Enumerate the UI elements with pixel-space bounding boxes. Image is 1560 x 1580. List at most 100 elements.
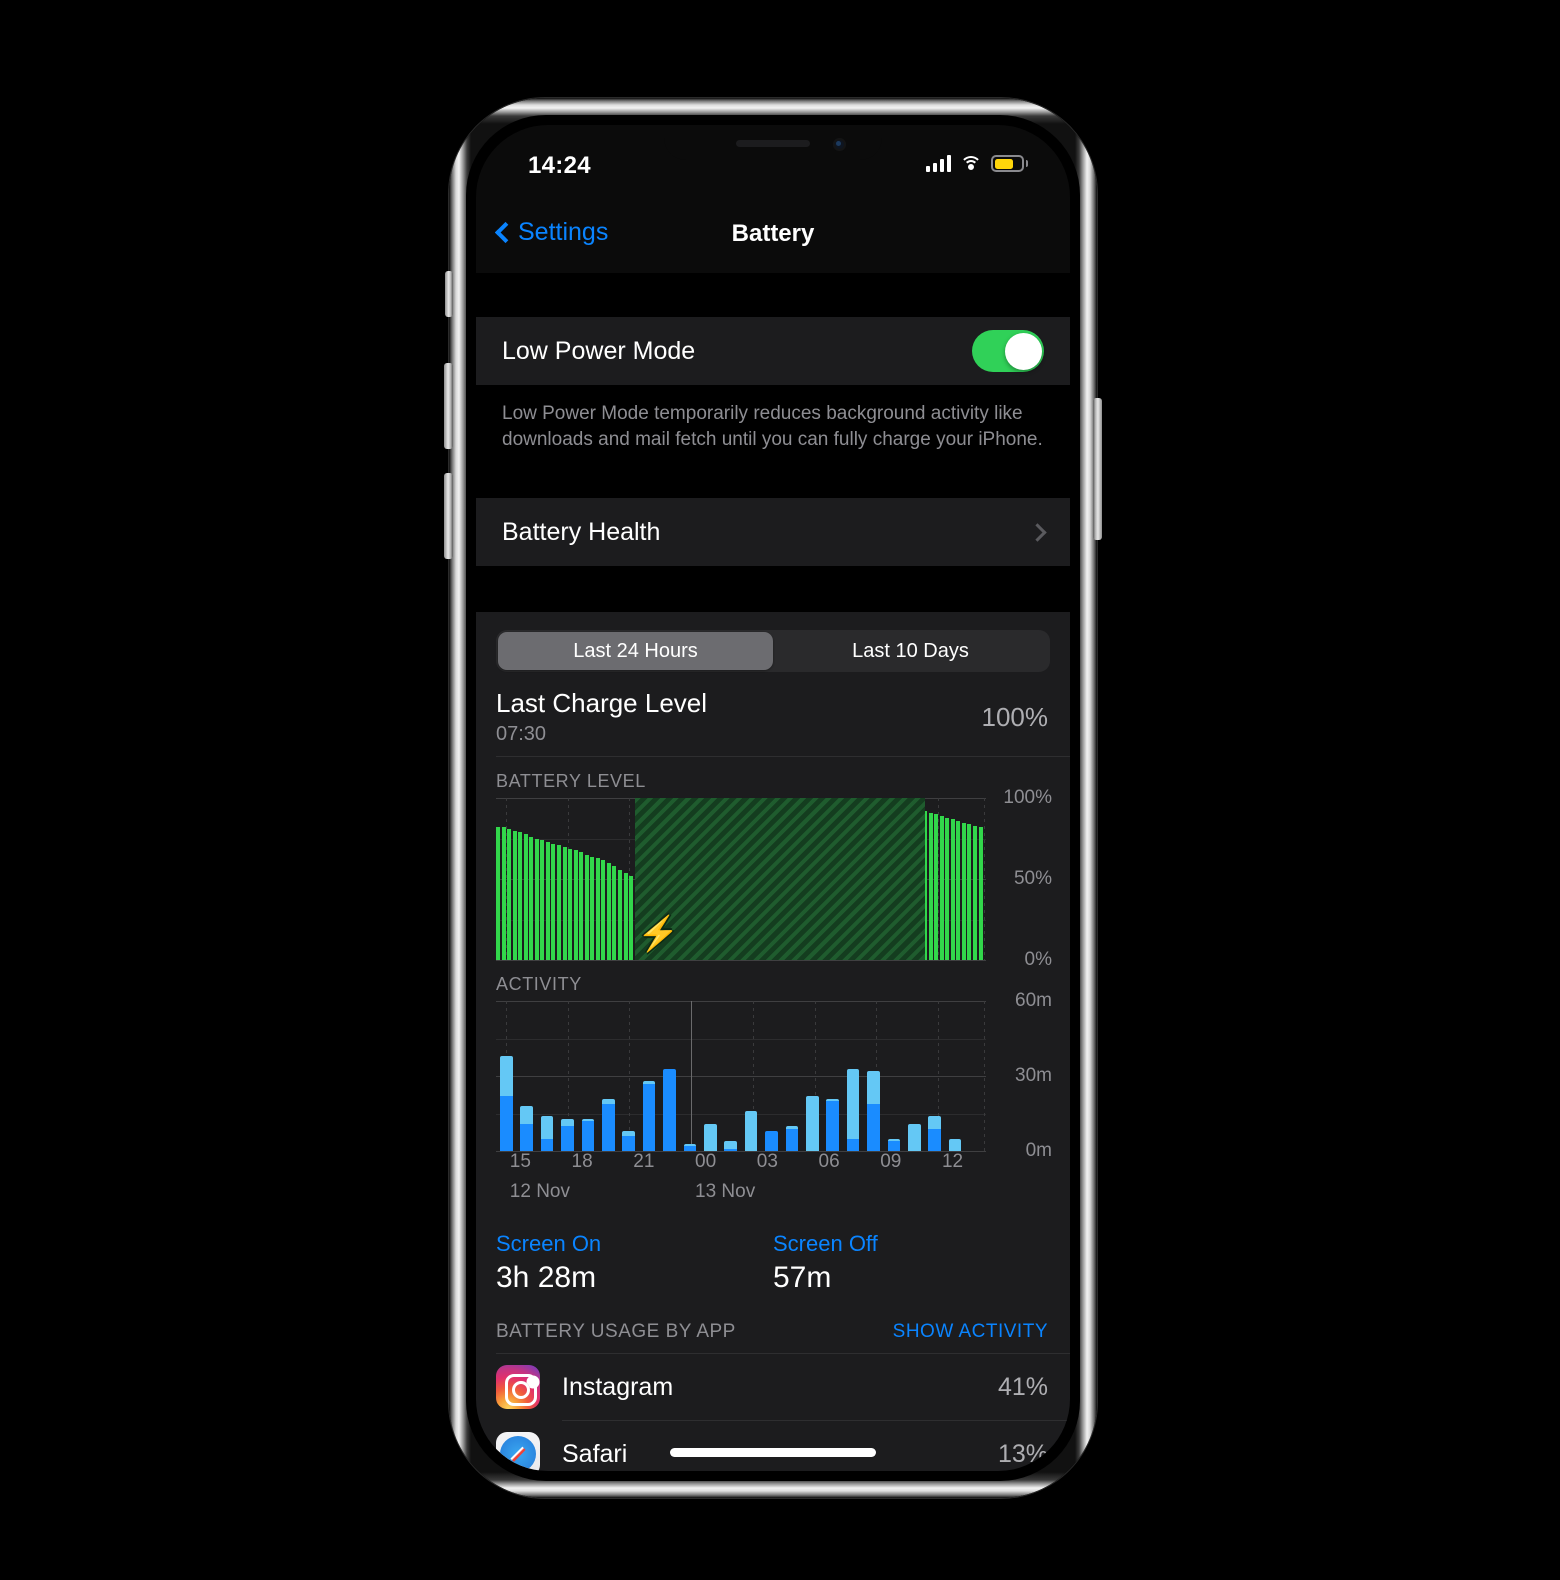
iphone-device-frame: 14:24 Settings Battery Low Power Mode Lo… [444,98,1102,1498]
x-axis-tick-label: 18 [571,1151,593,1173]
list-item[interactable]: Instagram 41% [476,1354,1070,1420]
screen-off-value: 57m [773,1261,832,1295]
day-label: 12 Nov [509,1181,570,1203]
tab-last-10-days[interactable]: Last 10 Days [773,632,1048,670]
last-charge-level-percent: 100% [981,702,1049,733]
screen-off-label: Screen Off [773,1231,878,1257]
battery-level-bar [629,876,634,961]
battery-usage-card: Last 24 Hours Last 10 Days Last Charge L… [476,612,1070,1471]
low-power-mode-toggle[interactable] [972,330,1044,372]
activity-bar-screen-off [867,1071,880,1104]
activity-bar-screen-on [601,1103,615,1152]
activity-bar-screen-off [499,1056,513,1097]
timeframe-segmented-control[interactable]: Last 24 Hours Last 10 Days [496,630,1050,673]
battery-level-bar [557,845,561,961]
low-power-mode-row[interactable]: Low Power Mode [476,317,1070,385]
activity-bar [843,1068,863,1152]
activity-bar [516,1106,536,1152]
y-axis-tick-label: 100% [1003,787,1052,809]
volume-up-button[interactable] [444,363,453,449]
battery-chart-y-axis: 100% 50% 0% [990,787,1052,970]
activity-bar [639,1081,659,1152]
activity-bar-screen-on [622,1136,635,1152]
activity-bar-screen-on [499,1096,513,1152]
charging-bolt-icon: ⚡ [637,915,680,954]
home-indicator[interactable] [670,1448,876,1457]
chevron-right-icon [1028,523,1047,542]
safari-icon [496,1432,540,1471]
battery-level-bar [518,832,523,961]
activity-bar-screen-off [948,1138,962,1152]
activity-bar [578,1118,598,1152]
battery-level-bar [568,848,573,961]
settings-scroll-content[interactable]: Low Power Mode Low Power Mode temporaril… [476,273,1070,1471]
activity-bar [496,1056,516,1152]
activity-bar-screen-off [703,1123,717,1152]
activity-bar [884,1138,904,1152]
activity-bar [537,1116,557,1152]
tab-last-24-hours[interactable]: Last 24 Hours [498,632,773,671]
wifi-icon [960,155,982,172]
activity-bar [741,1111,761,1152]
activity-bar-screen-on [867,1103,880,1152]
activity-chart: 60m 30m 0m [496,990,1052,1161]
activity-chart-y-axis: 60m 30m 0m [990,990,1052,1161]
front-camera-icon [833,138,846,151]
screen-off-stat: Screen Off 57m [773,1231,1050,1295]
activity-bar [720,1141,740,1152]
spacer-mid [476,452,1070,498]
y-axis-tick-label: 60m [1015,990,1052,1012]
battery-level-bar [540,840,545,961]
x-axis-tick-label: 12 [941,1151,964,1173]
battery-level-bar [512,830,517,961]
power-button[interactable] [1093,398,1102,540]
screenshot-root: 14:24 Settings Battery Low Power Mode Lo… [0,0,1560,1580]
status-bar-indicators [926,155,1028,172]
app-battery-percent: 13% [997,1439,1048,1468]
activity-bar-screen-off [520,1106,533,1124]
activity-chart-title: ACTIVITY [496,974,582,995]
activity-bar [863,1071,883,1152]
activity-bar [659,1068,679,1152]
x-axis-tick-label: 09 [880,1151,902,1173]
y-axis-tick-label: 0% [1024,949,1052,971]
show-activity-button[interactable]: SHOW ACTIVITY [893,1321,1048,1343]
activity-bar [618,1131,638,1152]
activity-bar-screen-on [846,1138,860,1152]
battery-level-bar [623,872,628,961]
battery-level-bar [579,851,584,961]
x-axis-tick-label: 03 [756,1151,778,1173]
battery-health-row[interactable]: Battery Health [476,498,1070,567]
battery-level-bar [523,833,528,961]
earpiece-speaker-icon [736,140,810,147]
battery-level-bar [956,820,961,961]
y-axis-tick-label: 30m [1015,1065,1052,1087]
last-charge-level-title: Last Charge Level [496,688,708,719]
battery-level-bar [950,819,955,961]
battery-level-bar [961,822,966,961]
activity-bar-screen-off [744,1111,758,1152]
y-axis-tick-label: 50% [1013,868,1052,890]
battery-level-bar [967,824,972,961]
volume-down-button[interactable] [444,473,453,559]
phone-screen: 14:24 Settings Battery Low Power Mode Lo… [476,125,1070,1471]
list-item[interactable]: Safari 13% [476,1421,1070,1471]
activity-bar [945,1138,965,1152]
activity-bar-screen-on [785,1128,799,1152]
activity-chart-section: ACTIVITY 60m 30m 0m 15 18 21 00 03 06 09 12 12 No… [476,960,1070,1211]
screen-on-value: 3h 28m [496,1261,597,1295]
activity-chart-bars [496,1001,986,1152]
activity-bar-screen-on [642,1083,656,1152]
activity-bar-screen-on [520,1123,533,1152]
mute-switch-button[interactable] [445,271,453,317]
battery-level-bar [501,827,506,961]
activity-bar-screen-off [805,1096,819,1152]
battery-level-bar [939,816,944,961]
notch [664,125,882,160]
x-axis-tick-label: 15 [509,1151,531,1173]
battery-level-bar [928,812,933,961]
activity-bar-screen-on [540,1138,554,1152]
screen-on-label: Screen On [496,1231,602,1257]
x-axis-tick-label: 06 [818,1151,840,1173]
battery-level-bar [590,856,595,961]
